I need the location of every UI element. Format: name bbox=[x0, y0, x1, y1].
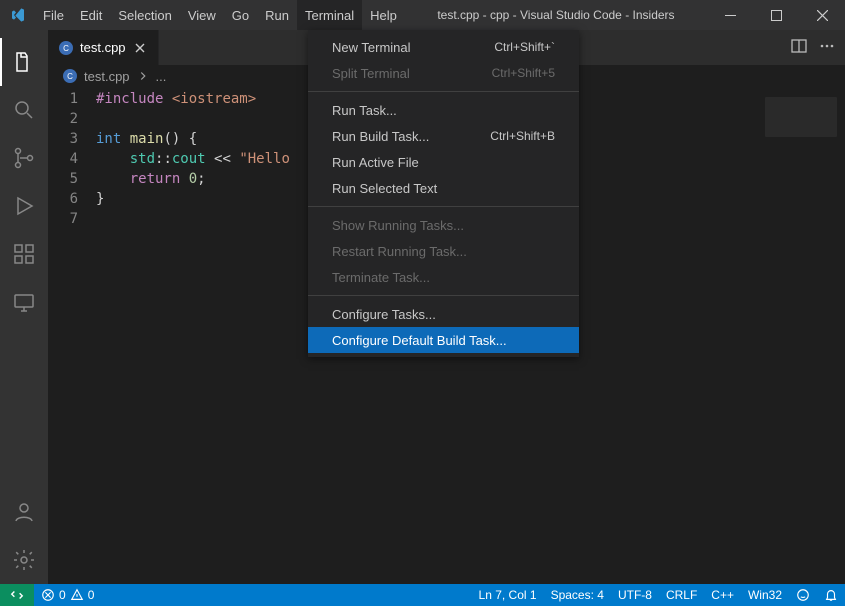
eol[interactable]: CRLF bbox=[659, 584, 704, 606]
menu-separator bbox=[308, 206, 579, 207]
line-number: 1 bbox=[48, 89, 78, 109]
activity-bar bbox=[0, 30, 48, 584]
menu-separator bbox=[308, 91, 579, 92]
menubar: FileEditSelectionViewGoRunTerminalHelp bbox=[35, 0, 405, 30]
line-number: 4 bbox=[48, 149, 78, 169]
menu-file[interactable]: File bbox=[35, 0, 72, 30]
extensions-icon[interactable] bbox=[0, 230, 48, 278]
cpp-file-icon: C bbox=[62, 68, 78, 84]
maximize-button[interactable] bbox=[753, 0, 799, 30]
accounts-icon[interactable] bbox=[0, 488, 48, 536]
menu-item-new-terminal[interactable]: New Terminal Ctrl+Shift+` bbox=[308, 34, 579, 60]
titlebar: FileEditSelectionViewGoRunTerminalHelp t… bbox=[0, 0, 845, 30]
menu-item-restart-running-task: Restart Running Task... bbox=[308, 238, 579, 264]
line-number: 5 bbox=[48, 169, 78, 189]
svg-text:C: C bbox=[67, 72, 73, 81]
menu-item-run-active-file[interactable]: Run Active File bbox=[308, 149, 579, 175]
menu-item-label: Terminate Task... bbox=[332, 270, 430, 285]
indentation[interactable]: Spaces: 4 bbox=[544, 584, 611, 606]
menu-separator bbox=[308, 295, 579, 296]
close-button[interactable] bbox=[799, 0, 845, 30]
menu-item-label: Configure Default Build Task... bbox=[332, 333, 507, 348]
menu-shortcut: Ctrl+Shift+B bbox=[490, 129, 555, 143]
menu-item-run-selected-text[interactable]: Run Selected Text bbox=[308, 175, 579, 201]
menu-edit[interactable]: Edit bbox=[72, 0, 110, 30]
build-target[interactable]: Win32 bbox=[741, 584, 789, 606]
menu-item-split-terminal: Split Terminal Ctrl+Shift+5 bbox=[308, 60, 579, 86]
menu-help[interactable]: Help bbox=[362, 0, 405, 30]
menu-item-configure-tasks[interactable]: Configure Tasks... bbox=[308, 301, 579, 327]
cpp-file-icon: C bbox=[58, 40, 74, 56]
breadcrumb-more: ... bbox=[156, 69, 167, 84]
menu-item-run-task[interactable]: Run Task... bbox=[308, 97, 579, 123]
status-bar: 0 0 Ln 7, Col 1 Spaces: 4 UTF-8 CRLF C++… bbox=[0, 584, 845, 606]
search-icon[interactable] bbox=[0, 86, 48, 134]
window-controls bbox=[707, 0, 845, 30]
language-mode[interactable]: C++ bbox=[704, 584, 741, 606]
remote-explorer-icon[interactable] bbox=[0, 278, 48, 326]
svg-text:C: C bbox=[63, 44, 69, 53]
menu-item-label: Split Terminal bbox=[332, 66, 410, 81]
source-control-icon[interactable] bbox=[0, 134, 48, 182]
menu-shortcut: Ctrl+Shift+5 bbox=[492, 66, 555, 80]
menu-view[interactable]: View bbox=[180, 0, 224, 30]
window-title: test.cpp - cpp - Visual Studio Code - In… bbox=[405, 8, 707, 22]
explorer-icon[interactable] bbox=[0, 38, 48, 86]
feedback-icon[interactable] bbox=[789, 584, 817, 606]
menu-item-label: Restart Running Task... bbox=[332, 244, 467, 259]
breadcrumb-file: test.cpp bbox=[84, 69, 130, 84]
warning-count: 0 bbox=[88, 588, 95, 602]
line-number: 6 bbox=[48, 189, 78, 209]
menu-item-run-build-task[interactable]: Run Build Task... Ctrl+Shift+B bbox=[308, 123, 579, 149]
error-count: 0 bbox=[59, 588, 66, 602]
menu-item-label: Show Running Tasks... bbox=[332, 218, 464, 233]
menu-item-label: New Terminal bbox=[332, 40, 411, 55]
menu-item-label: Run Active File bbox=[332, 155, 419, 170]
chevron-right-icon bbox=[136, 69, 150, 83]
menu-run[interactable]: Run bbox=[257, 0, 297, 30]
menu-terminal[interactable]: Terminal bbox=[297, 0, 362, 30]
menu-item-show-running-tasks: Show Running Tasks... bbox=[308, 212, 579, 238]
minimap[interactable] bbox=[757, 87, 845, 584]
menu-item-label: Run Selected Text bbox=[332, 181, 437, 196]
menu-item-terminate-task: Terminate Task... bbox=[308, 264, 579, 290]
menu-shortcut: Ctrl+Shift+` bbox=[494, 40, 555, 54]
menu-item-label: Configure Tasks... bbox=[332, 307, 436, 322]
settings-gear-icon[interactable] bbox=[0, 536, 48, 584]
line-number: 7 bbox=[48, 209, 78, 229]
notifications-icon[interactable] bbox=[817, 584, 845, 606]
more-actions-icon[interactable] bbox=[819, 38, 835, 57]
problems-indicator[interactable]: 0 0 bbox=[34, 584, 101, 606]
menu-item-configure-default-build-task[interactable]: Configure Default Build Task... bbox=[308, 327, 579, 353]
menu-go[interactable]: Go bbox=[224, 0, 257, 30]
remote-indicator[interactable] bbox=[0, 584, 34, 606]
line-gutter: 1234567 bbox=[48, 87, 96, 584]
menu-item-label: Run Build Task... bbox=[332, 129, 429, 144]
terminal-menu-dropdown: New Terminal Ctrl+Shift+` Split Terminal Ct… bbox=[308, 30, 579, 357]
line-number: 3 bbox=[48, 129, 78, 149]
tab-filename: test.cpp bbox=[80, 40, 126, 55]
tab-test-cpp[interactable]: C test.cpp bbox=[48, 30, 159, 65]
line-number: 2 bbox=[48, 109, 78, 129]
run-debug-icon[interactable] bbox=[0, 182, 48, 230]
vscode-logo-icon bbox=[0, 7, 35, 23]
encoding[interactable]: UTF-8 bbox=[611, 584, 659, 606]
close-tab-icon[interactable] bbox=[132, 40, 148, 56]
minimize-button[interactable] bbox=[707, 0, 753, 30]
menu-item-label: Run Task... bbox=[332, 103, 397, 118]
split-editor-icon[interactable] bbox=[791, 38, 807, 57]
menu-selection[interactable]: Selection bbox=[110, 0, 179, 30]
cursor-position[interactable]: Ln 7, Col 1 bbox=[472, 584, 544, 606]
